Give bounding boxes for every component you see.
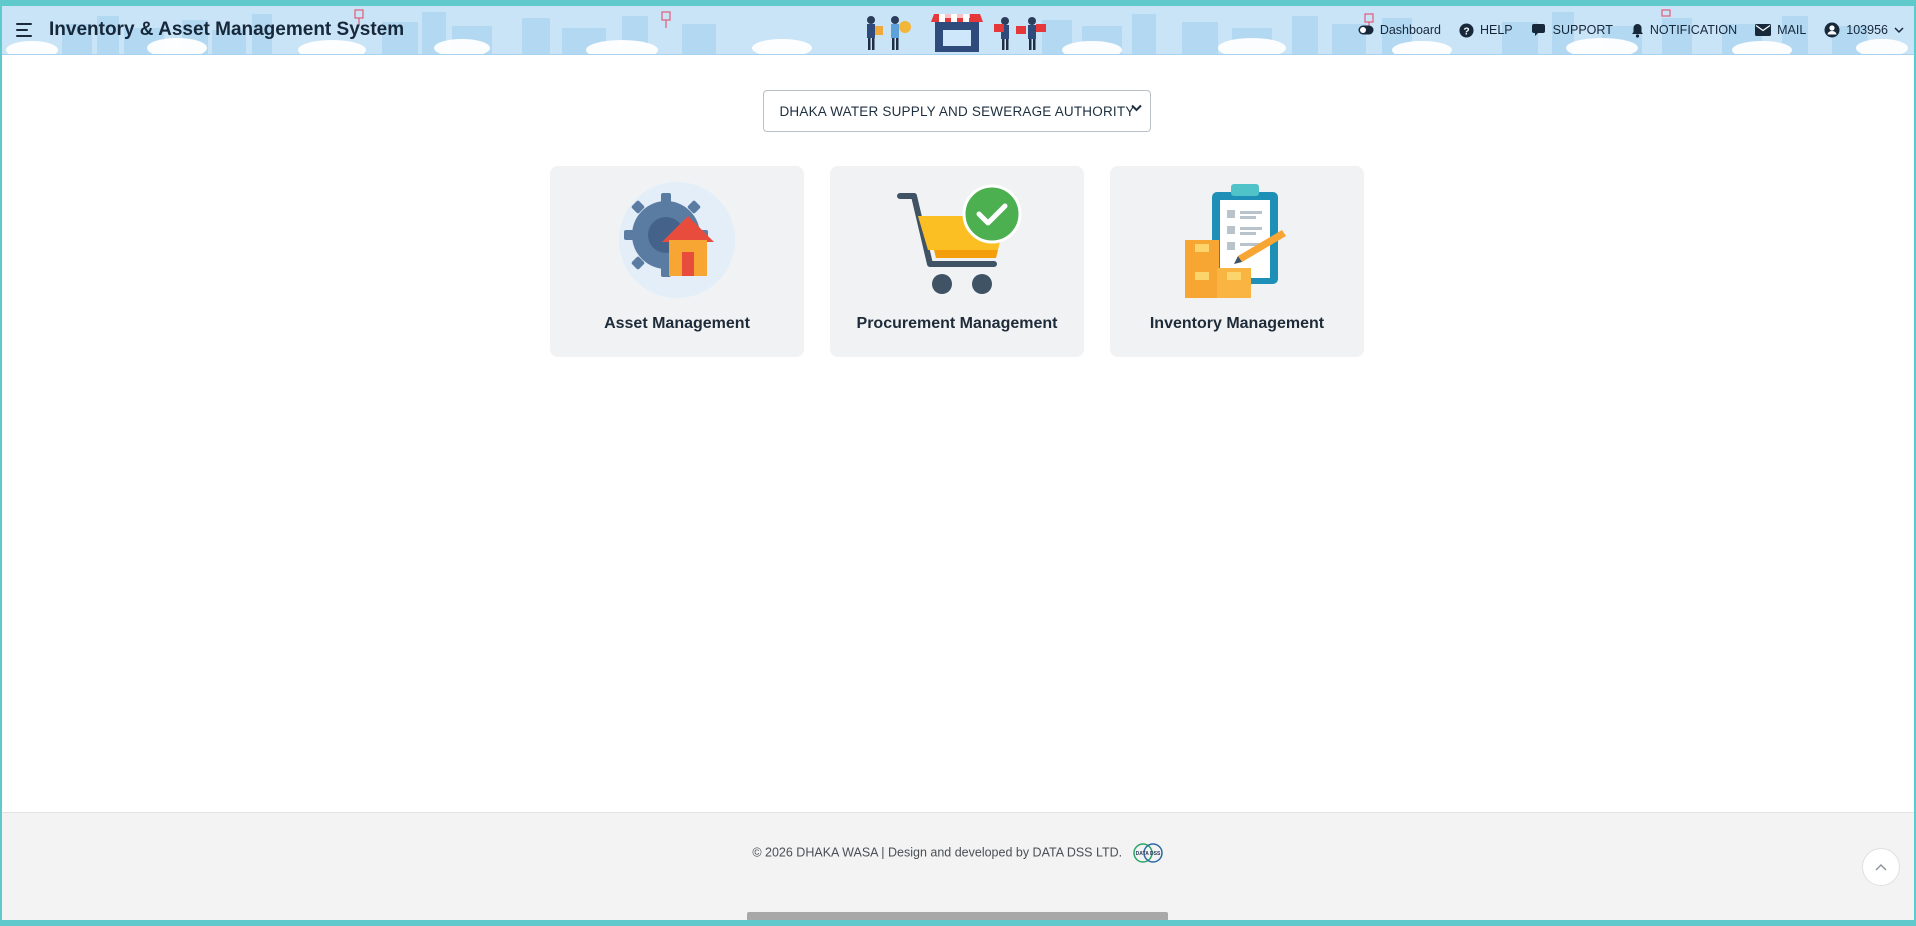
chevron-down-icon [1894, 26, 1904, 33]
toggle-icon [1358, 25, 1374, 35]
nav-notification-label: NOTIFICATION [1649, 23, 1738, 37]
floating-toolbar[interactable] [747, 912, 1168, 920]
top-header: Inventory & Asset Management System Dash… [2, 6, 1914, 55]
module-card-procurement-management[interactable]: Procurement Management [830, 166, 1084, 357]
copyright-line: © 2026 DHAKA WASA | Design and developed… [2, 842, 1914, 864]
hamburger-menu-icon[interactable] [16, 22, 34, 38]
select-chevron-icon [1131, 104, 1142, 112]
shop-people-illustration [867, 14, 1046, 52]
organization-selected-value: DHAKA WATER SUPPLY AND SEWERAGE AUTHORIT… [779, 103, 1135, 119]
nav-help-label: HELP [1479, 23, 1513, 37]
user-avatar-icon [1824, 22, 1840, 38]
svg-text:?: ? [1463, 26, 1469, 37]
nav-dashboard[interactable]: Dashboard [1358, 23, 1441, 37]
nav-support-label: SUPPORT [1552, 23, 1613, 37]
module-card-inventory-management[interactable]: Inventory Management [1110, 166, 1364, 357]
nav-mail[interactable]: MAIL [1755, 23, 1806, 37]
module-label: Procurement Management [856, 315, 1058, 332]
procurement-cart-icon [897, 184, 1022, 294]
copyright-text: © 2026 DHAKA WASA | Design and developed… [752, 845, 1123, 860]
scroll-to-top-button[interactable] [1862, 848, 1900, 886]
nav-support[interactable]: SUPPORT [1531, 23, 1613, 38]
nav-mail-label: MAIL [1777, 23, 1807, 37]
asset-management-icon [619, 182, 735, 298]
chevron-up-icon [1875, 864, 1887, 871]
module-label: Asset Management [604, 315, 750, 332]
nav-dashboard-label: Dashboard [1379, 23, 1441, 37]
nav-help[interactable]: ? HELP [1459, 22, 1513, 38]
module-label: Inventory Management [1149, 315, 1325, 332]
nav-notification[interactable]: NOTIFICATION [1631, 23, 1737, 38]
app-title: Inventory & Asset Management System [49, 19, 405, 40]
logo-text: DATA DSS [1135, 851, 1160, 857]
inventory-clipboard-icon [1185, 184, 1286, 298]
organization-select[interactable]: DHAKA WATER SUPPLY AND SEWERAGE AUTHORIT… [763, 90, 1151, 132]
data-dss-logo: DATA DSS [1132, 843, 1163, 863]
chat-bubbles-icon [1531, 23, 1545, 36]
mail-icon [1755, 24, 1772, 36]
top-navigation: Dashboard ? HELP SUPPORT NOTIFICATION MA… [1358, 6, 1904, 54]
footer: © 2026 DHAKA WASA | Design and developed… [2, 812, 1914, 920]
user-menu[interactable]: 103956 [1824, 22, 1904, 38]
bell-icon [1631, 23, 1643, 38]
user-id: 103956 [1846, 23, 1888, 37]
help-icon: ? [1459, 22, 1474, 38]
module-card-asset-management[interactable]: Asset Management [550, 166, 804, 357]
app-window: Inventory & Asset Management System Dash… [2, 6, 1914, 920]
